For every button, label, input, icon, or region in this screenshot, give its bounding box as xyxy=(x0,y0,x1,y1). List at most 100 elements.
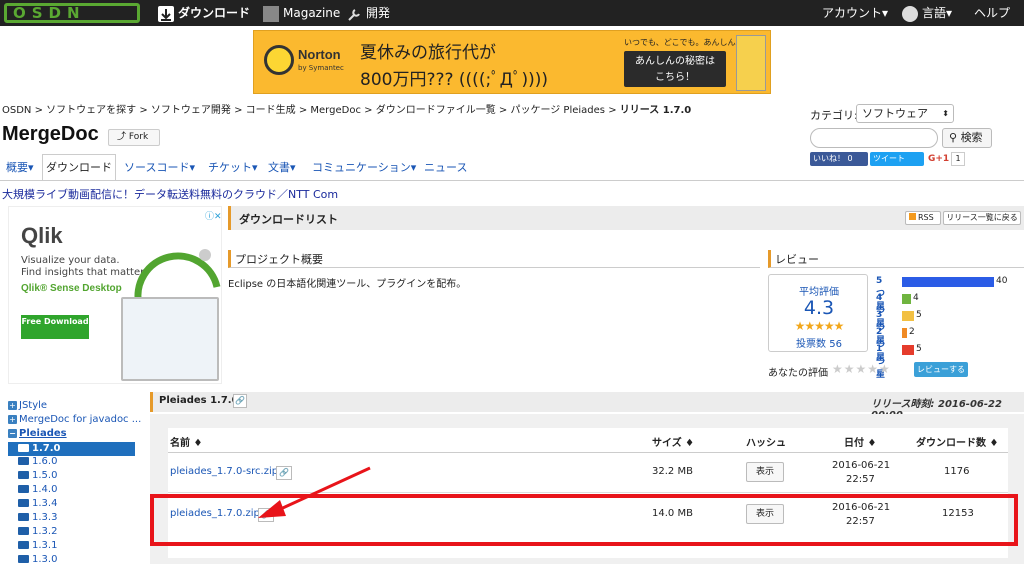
rating-count: 5 xyxy=(916,310,922,320)
tree-item-version[interactable]: 1.3.1 xyxy=(8,540,57,554)
column-header-size[interactable]: サイズ ♦ xyxy=(652,434,694,449)
adchoices-icon[interactable]: ⓘ✕ xyxy=(205,209,222,222)
tree-item-version[interactable]: 1.3.4 xyxy=(8,498,57,512)
tab-news[interactable]: ニュース xyxy=(424,159,467,175)
column-header-name[interactable]: 名前 ♦ xyxy=(170,434,202,449)
tree-item-active-version[interactable]: 1.7.0 xyxy=(8,442,135,456)
rating-count: 40 xyxy=(996,276,1008,286)
text-ad-link[interactable]: 大規模ライブ動画配信に！データ転送料無料のクラウド／NTT Com xyxy=(2,186,338,202)
review-header: レビュー xyxy=(768,250,1024,268)
tab-docs[interactable]: 文書▾ xyxy=(268,159,296,175)
norton-brand: Norton xyxy=(298,47,341,62)
nav-magazine[interactable]: Magazine xyxy=(263,0,340,26)
google-plus-button[interactable]: G+1 xyxy=(928,152,949,166)
rating-bar xyxy=(902,328,907,338)
select-arrows-icon: ⬍ xyxy=(942,109,949,118)
breadcrumb-item[interactable]: コード生成 xyxy=(246,105,296,116)
rss-button[interactable]: RSS xyxy=(905,211,941,225)
average-rating-box: 平均評価 4.3 ★★★★★ 投票数 56 xyxy=(768,274,868,352)
norton-product-box xyxy=(736,35,766,91)
breadcrumb-item[interactable]: ダウンロードファイル一覧 xyxy=(376,105,496,116)
tree-item-version[interactable]: 1.3.0 xyxy=(8,554,57,566)
tree-item-mergedoc-javadoc[interactable]: + MergeDoc for javadoc ... xyxy=(8,414,141,428)
rss-icon xyxy=(909,213,916,220)
expand-icon: + xyxy=(8,400,17,410)
project-overview-title: プロジェクト概要 xyxy=(235,253,323,266)
banner-tagline: いつでも、どこでも。あんしん。 xyxy=(624,38,744,47)
nav-help[interactable]: ヘルプ xyxy=(974,0,1010,26)
rating-count: 4 xyxy=(913,293,919,303)
show-hash-button[interactable]: 表示 xyxy=(746,462,784,482)
banner-headline-1: 夏休みの旅行代が xyxy=(360,43,496,63)
file-date: 2016-06-21 xyxy=(832,460,891,471)
nav-language[interactable]: 言語▾ xyxy=(902,0,952,26)
column-header-downloads[interactable]: ダウンロード数 ♦ xyxy=(916,434,998,449)
nav-develop[interactable]: 開発 xyxy=(346,0,390,26)
release-header: Pleiades 1.7.0 🔗 リリース時刻: 2016-06-22 00:0… xyxy=(150,392,1024,421)
qlik-free-download-button[interactable]: Free Download xyxy=(21,315,89,339)
tweet-button[interactable]: ツイート xyxy=(870,152,924,166)
your-rating-stars[interactable]: ★★★★★ xyxy=(832,362,891,376)
column-header-hash: ハッシュ xyxy=(746,438,786,449)
project-tabs: 概要▾ ダウンロード ソースコード▾ チケット▾ 文書▾ コミュニケーション▾ … xyxy=(0,154,810,181)
magazine-icon xyxy=(263,5,279,22)
tab-overview[interactable]: 概要▾ xyxy=(6,159,34,175)
vote-count[interactable]: 投票数 56 xyxy=(769,335,869,350)
norton-brand-sub: by Symantec xyxy=(298,64,344,72)
breadcrumb-item[interactable]: ソフトウェアを探す xyxy=(46,105,136,116)
banner-cta-button[interactable]: あんしんの秘密は こちら！ xyxy=(624,51,726,87)
rating-count: 5 xyxy=(916,344,922,354)
nav-account[interactable]: アカウント▾ xyxy=(822,0,888,26)
laptop-screenshot-image xyxy=(121,297,219,381)
file-size: 32.2 MB xyxy=(652,466,693,477)
column-header-date[interactable]: 日付 ♦ xyxy=(844,434,876,449)
tree-item-version[interactable]: 1.6.0 xyxy=(8,456,57,470)
permalink-icon[interactable]: 🔗 xyxy=(233,394,247,408)
folder-icon xyxy=(18,471,29,479)
breadcrumb-item[interactable]: ソフトウェア開発 xyxy=(151,105,231,116)
fork-button[interactable]: ⤴ Fork xyxy=(108,129,160,146)
search-button[interactable]: ⚲ 検索 xyxy=(942,128,992,148)
expand-icon: + xyxy=(8,414,17,424)
tree-item-version[interactable]: 1.5.0 xyxy=(8,470,57,484)
tree-item-version[interactable]: 1.3.3 xyxy=(8,512,57,526)
qlik-tagline-1: Visualize your data. xyxy=(21,255,120,266)
category-select[interactable]: ソフトウェア ⬍ xyxy=(856,104,954,123)
rating-bar xyxy=(902,294,911,304)
qlik-logo: Qlik xyxy=(21,223,63,248)
facebook-like-button[interactable]: いいね！ 0 xyxy=(810,152,868,166)
category-label: カテゴリ: xyxy=(810,109,858,122)
folder-icon xyxy=(18,457,29,465)
your-rating-label: あなたの評価 xyxy=(768,368,828,379)
tree-item-version[interactable]: 1.3.2 xyxy=(8,526,57,540)
qlik-ad[interactable]: ⓘ✕ Qlik Visualize your data. Find insigh… xyxy=(8,206,222,384)
back-to-release-list-button[interactable]: リリース一覧に戻る xyxy=(943,211,1021,225)
tab-source[interactable]: ソースコード▾ xyxy=(124,159,195,175)
search-icon: ⚲ xyxy=(949,131,961,144)
norton-banner-ad[interactable]: Norton by Symantec 夏休みの旅行代が 800万円??? (((… xyxy=(253,30,771,94)
download-count: 1176 xyxy=(944,466,970,477)
tree-item-pleiades[interactable]: − Pleiades xyxy=(8,428,67,442)
tab-download[interactable]: ダウンロード xyxy=(42,154,116,181)
tree-item-jstyle[interactable]: + JStyle xyxy=(8,400,47,414)
tree-item-version[interactable]: 1.4.0 xyxy=(8,484,57,498)
breadcrumb-item[interactable]: OSDN xyxy=(2,105,31,116)
average-rating-value: 4.3 xyxy=(803,297,835,319)
fork-icon: ⤴ xyxy=(117,132,129,142)
average-rating-label: 平均評価 xyxy=(799,287,839,298)
breadcrumb-item[interactable]: MergeDoc xyxy=(310,105,361,116)
release-title: Pleiades 1.7.0 xyxy=(159,395,239,406)
folder-icon xyxy=(18,527,29,535)
write-review-button[interactable]: レビューする xyxy=(914,362,968,377)
nav-download[interactable]: ダウンロード xyxy=(158,0,250,26)
tab-ticket[interactable]: チケット▾ xyxy=(208,159,258,175)
breadcrumb-item[interactable]: パッケージ Pleiades xyxy=(510,105,605,116)
file-time: 22:57 xyxy=(846,474,875,485)
review-title: レビュー xyxy=(775,253,819,266)
search-input[interactable] xyxy=(810,128,938,148)
banner-headline-2: 800万円??? ((((;ﾟДﾟ)))) xyxy=(360,70,548,90)
osdn-logo[interactable]: OSDN xyxy=(4,3,140,23)
folder-icon xyxy=(18,513,29,521)
download-list-header: ダウンロードリスト RSS リリース一覧に戻る xyxy=(228,206,1024,230)
tab-community[interactable]: コミュニケーション▾ xyxy=(312,159,416,175)
